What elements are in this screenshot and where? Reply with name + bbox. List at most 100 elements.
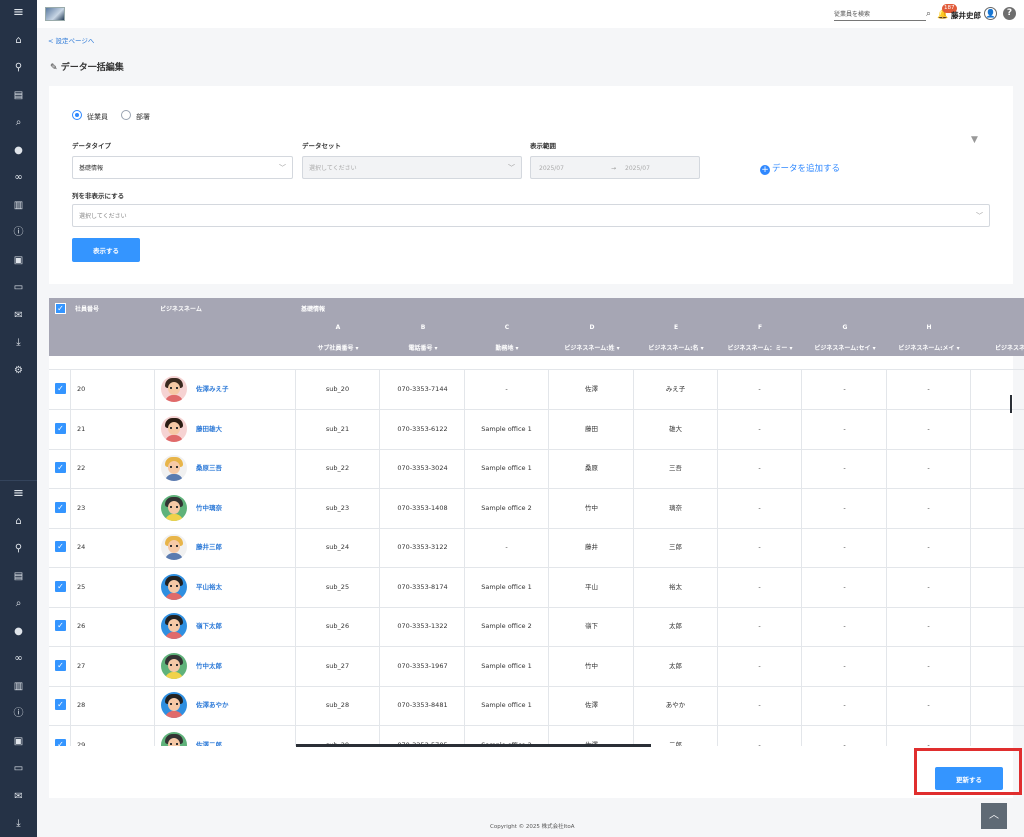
cell-sub[interactable]: sub_28 xyxy=(296,686,380,725)
cell-last[interactable]: 藤田 xyxy=(550,409,634,449)
company-logo[interactable] xyxy=(45,7,65,21)
avatar-icon[interactable]: 👤 xyxy=(984,7,997,20)
business-name-link[interactable]: 佐澤あやか xyxy=(196,686,229,725)
radio-employee-label[interactable]: 従業員 xyxy=(87,112,108,122)
cell-h[interactable]: - xyxy=(887,567,971,607)
cell-first[interactable]: 三吾 xyxy=(634,449,718,488)
cell-sub[interactable]: sub_22 xyxy=(296,449,380,488)
th-column-1[interactable]: 電話番号 ▾ xyxy=(381,343,465,352)
sidebar-menu-icon[interactable]: ≡ xyxy=(0,487,37,500)
user-name[interactable]: 藤井史郎 xyxy=(951,10,981,21)
cell-first[interactable]: 太郎 xyxy=(634,607,718,646)
sidebar-org-chart-icon[interactable]: ⚲ xyxy=(0,62,37,74)
cell-first[interactable]: あやか xyxy=(634,686,718,725)
search-icon[interactable]: ⌕ xyxy=(926,9,931,19)
cell-h[interactable]: - xyxy=(887,607,971,646)
cell-f[interactable]: - xyxy=(718,409,802,449)
table-row[interactable]: ✓ 24 藤井三郎 sub_24 070-3353-3122- 藤井 三郎 - - - xyxy=(49,528,1024,568)
table-row[interactable]: ✓ 25 平山裕太 sub_25 070-3353-8174 Sample office … xyxy=(49,567,1024,608)
sidebar-mail-icon[interactable]: ✉ xyxy=(0,310,37,322)
sidebar-mail-icon[interactable]: ✉ xyxy=(0,791,37,803)
sidebar-book-icon[interactable]: ▭ xyxy=(0,282,37,294)
cell-phone[interactable]: 070-3353-3024 xyxy=(381,449,465,488)
dataset-select[interactable]: 選択してください ﹀ xyxy=(302,156,522,179)
cell-sub[interactable]: sub_29 xyxy=(296,725,380,746)
th-employee-number[interactable]: 社員番号 xyxy=(75,304,99,313)
select-all-checkbox[interactable]: ✓ xyxy=(55,303,66,314)
cell-phone[interactable]: 070-3353-6122 xyxy=(381,409,465,449)
cell-h[interactable]: - xyxy=(887,528,971,567)
table-row[interactable]: ✓ 21 藤田雄大 sub_21 070-3353-6122 Sample office … xyxy=(49,409,1024,450)
table-row[interactable]: ✓29佐澤二郎sub_29070-3353-5705Sample office … xyxy=(49,725,1024,747)
cell-office[interactable]: Sample office 2 xyxy=(465,725,549,746)
cell-last[interactable]: 竹中 xyxy=(550,488,634,528)
cell-first[interactable]: 璃奈 xyxy=(634,488,718,528)
business-name-link[interactable]: 嶺下太郎 xyxy=(196,607,222,646)
business-name-link[interactable]: 藤井三郎 xyxy=(196,528,222,567)
sidebar-search-icon[interactable]: ⌕ xyxy=(0,598,37,610)
th-column-4[interactable]: ビジネスネーム:名 ▾ xyxy=(634,343,718,352)
cell-h[interactable]: - xyxy=(887,449,971,488)
cell-g[interactable]: - xyxy=(803,686,887,725)
cell-sub[interactable]: sub_25 xyxy=(296,567,380,607)
th-column-5[interactable]: ビジネスネーム：ミー ▾ xyxy=(718,343,802,352)
cell-f[interactable]: - xyxy=(718,725,802,746)
cell-f[interactable]: - xyxy=(718,567,802,607)
cell-g[interactable]: - xyxy=(803,725,887,746)
show-button[interactable]: 表示する xyxy=(72,238,140,262)
row-checkbox[interactable]: ✓ xyxy=(55,738,66,746)
horizontal-scrollbar[interactable] xyxy=(296,744,651,747)
cell-first[interactable]: 太郎 xyxy=(634,646,718,686)
sidebar-home-icon[interactable]: ⌂ xyxy=(0,35,37,47)
sidebar-chart-icon[interactable]: ▥ xyxy=(0,200,37,212)
table-row[interactable]: ✓ 27 竹中太郎 sub_27 070-3353-1967 Sample office … xyxy=(49,646,1024,687)
cell-last[interactable]: 藤井 xyxy=(550,528,634,567)
sidebar-chat-icon[interactable]: ● xyxy=(0,145,37,157)
row-checkbox[interactable]: ✓ xyxy=(55,541,66,552)
cell-office[interactable]: Sample office 1 xyxy=(465,409,549,449)
business-name-link[interactable]: 竹中璃奈 xyxy=(196,489,222,528)
business-name-link[interactable]: 佐澤二郎 xyxy=(196,726,222,747)
business-name-link[interactable]: 竹中太郎 xyxy=(196,647,222,686)
add-data-link[interactable]: + データを追加する xyxy=(760,162,840,175)
th-column-7[interactable]: ビジネスネーム:メイ ▾ xyxy=(887,343,971,352)
cell-sub[interactable]: sub_20 xyxy=(296,370,380,409)
cell-sub[interactable]: sub_26 xyxy=(296,607,380,646)
cell-f[interactable]: - xyxy=(718,370,802,409)
cell-phone[interactable]: 070-3353-1322 xyxy=(381,607,465,646)
sidebar-user-settings-icon[interactable]: ⚙ xyxy=(0,365,37,377)
sidebar-document-icon[interactable]: ▤ xyxy=(0,90,37,102)
cell-g[interactable]: - xyxy=(803,370,887,409)
cell-h[interactable]: - xyxy=(887,370,971,409)
sidebar-link-icon[interactable]: ∞ xyxy=(0,172,37,184)
sidebar-book-icon[interactable]: ▭ xyxy=(0,763,37,775)
employee-search-input[interactable] xyxy=(834,9,914,20)
date-range-picker[interactable]: 2025/07 → 2025/07 xyxy=(530,156,700,179)
sidebar-search-icon[interactable]: ⌕ xyxy=(0,117,37,129)
cell-last[interactable]: 佐澤 xyxy=(550,370,634,409)
cell-phone[interactable]: 070-3353-7144 xyxy=(381,370,465,409)
sidebar-link-icon[interactable]: ∞ xyxy=(0,653,37,665)
cell-phone[interactable]: 070-3353-5705 xyxy=(381,725,465,746)
cell-first[interactable]: 裕太 xyxy=(634,567,718,607)
cell-office[interactable]: Sample office 1 xyxy=(465,449,549,488)
help-icon[interactable]: ? xyxy=(1003,7,1016,20)
cell-h[interactable]: - xyxy=(887,488,971,528)
th-business-name[interactable]: ビジネスネーム xyxy=(160,304,202,313)
cell-g[interactable]: - xyxy=(803,409,887,449)
sidebar-info-icon[interactable]: ⓘ xyxy=(0,227,37,239)
cell-office[interactable]: Sample office 1 xyxy=(465,686,549,725)
hide-columns-select[interactable]: 選択してください ﹀ xyxy=(72,204,990,227)
cell-office[interactable]: Sample office 1 xyxy=(465,646,549,686)
row-checkbox[interactable]: ✓ xyxy=(55,659,66,671)
filter-icon[interactable]: ▼ xyxy=(971,135,978,145)
cell-g[interactable]: - xyxy=(803,528,887,567)
cell-last[interactable]: 佐澤 xyxy=(550,686,634,725)
scroll-to-top-button[interactable]: ︿ xyxy=(981,803,1007,829)
cell-g[interactable]: - xyxy=(803,449,887,488)
cell-g[interactable]: - xyxy=(803,488,887,528)
back-to-settings-link[interactable]: < 設定ページへ xyxy=(48,35,94,45)
business-name-link[interactable]: 桑原三吾 xyxy=(196,449,222,488)
cell-f[interactable]: - xyxy=(718,646,802,686)
sidebar-menu-icon[interactable]: ≡ xyxy=(0,6,37,19)
